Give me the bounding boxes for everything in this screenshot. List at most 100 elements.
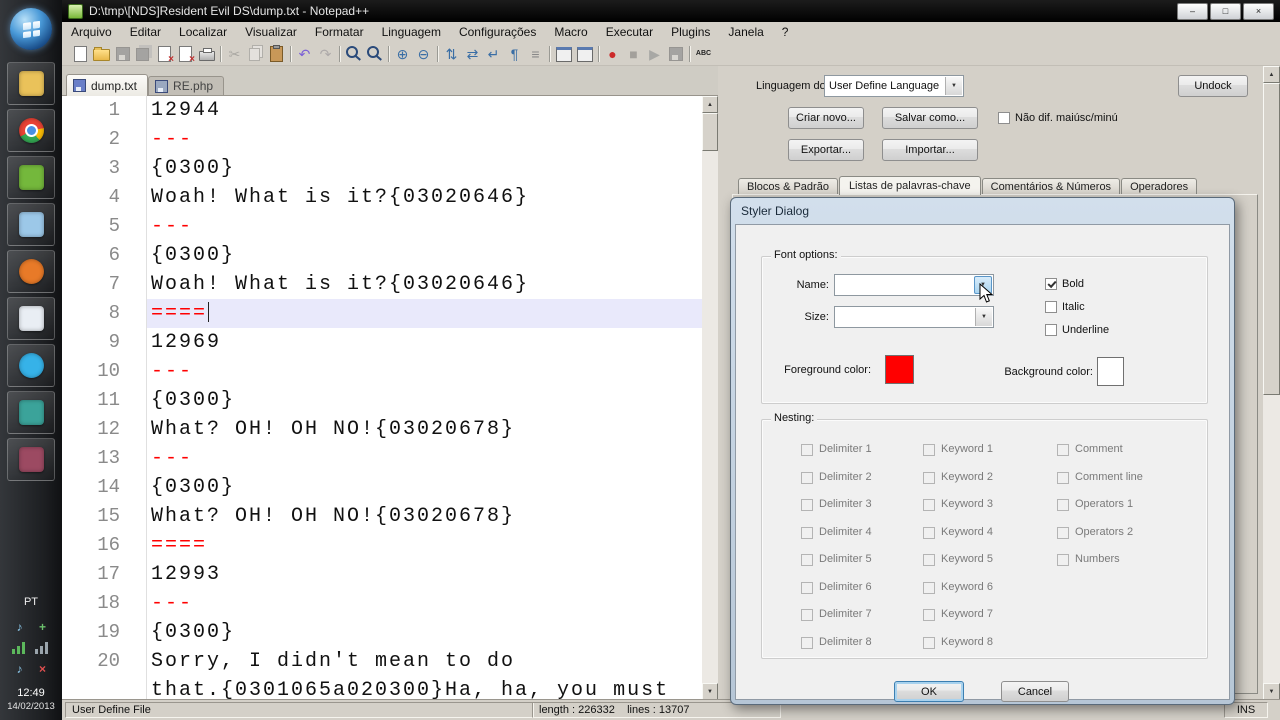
scroll-down-arrow-icon[interactable]: ▼ [702,683,718,700]
taskbar-blue-app-button[interactable] [7,203,55,246]
ignore-case-checkbox[interactable] [998,112,1010,124]
network-icon[interactable] [11,642,25,654]
background-color-swatch[interactable] [1097,357,1124,386]
ignore-case-row[interactable]: Não dif. maiúsc/minú [998,112,1118,124]
play-macro-button[interactable]: ▶ [644,43,665,64]
paste-button[interactable] [266,43,287,64]
line-text[interactable]: {0300} [147,618,702,647]
sync-vertical-button[interactable]: ⇅ [441,43,462,64]
scroll-up-arrow-icon[interactable]: ▲ [1263,66,1280,83]
show-all-chars-button[interactable]: ¶ [504,43,525,64]
font-size-select[interactable]: ▼ [834,306,994,328]
cancel-button[interactable]: Cancel [1001,681,1069,702]
save-all-button[interactable] [133,43,154,64]
line-text[interactable]: --- [147,444,702,473]
stop-macro-button[interactable]: ■ [623,43,644,64]
line-text[interactable]: What? OH! OH NO!{03020678} [147,502,702,531]
menu-item-0[interactable]: Arquivo [62,22,121,42]
taskbar-camera-app-button[interactable] [7,438,55,481]
menu-item-10[interactable]: Janela [719,22,772,42]
menu-item-2[interactable]: Localizar [170,22,236,42]
volume-icon[interactable]: ♪ [12,620,28,634]
import-button[interactable]: Importar... [882,139,978,161]
line-text[interactable]: ==== [147,299,702,328]
line-text[interactable]: What? OH! OH NO!{03020678} [147,415,702,444]
speaker-icon[interactable]: ♪ [12,662,28,676]
taskbar-explorer-button[interactable] [7,62,55,105]
bold-row[interactable]: Bold [1045,278,1084,290]
dialog-title-bar[interactable]: Styler Dialog [731,198,1234,224]
line-text[interactable]: Woah! What is it?{03020646} [147,270,702,299]
scroll-down-arrow-icon[interactable]: ▼ [1263,683,1280,700]
save-button[interactable] [112,43,133,64]
line-text[interactable]: --- [147,357,702,386]
menu-item-5[interactable]: Linguagem [373,22,450,42]
indent-guide-button[interactable]: ≡ [525,43,546,64]
line-text[interactable]: {0300} [147,241,702,270]
udl-tab-2[interactable]: Comentários & Números [981,178,1121,195]
line-text[interactable]: that.{0301065a020300}Ha, ha, you must [147,676,702,700]
find-button[interactable] [343,43,364,64]
menu-item-7[interactable]: Macro [545,22,596,42]
editor-vertical-scrollbar[interactable]: ▲ ▼ [702,96,718,700]
taskbar-firefox-button[interactable] [7,250,55,293]
replace-button[interactable] [364,43,385,64]
line-text[interactable]: Sorry, I didn't mean to do [147,647,702,676]
doc-switcher-button[interactable] [574,43,595,64]
line-text[interactable]: --- [147,125,702,154]
menu-item-11[interactable]: ? [773,22,798,42]
save-as-button[interactable]: Salvar como... [882,107,978,129]
minimize-button[interactable]: – [1177,2,1208,20]
signal-icon[interactable] [34,642,48,654]
font-name-select[interactable]: ▼ [834,274,994,296]
ok-button[interactable]: OK [894,681,964,702]
line-text[interactable]: {0300} [147,473,702,502]
line-text[interactable]: {0300} [147,386,702,415]
close-button[interactable]: × [1243,2,1274,20]
line-text[interactable]: 12944 [147,96,702,125]
record-macro-button[interactable]: ● [602,43,623,64]
menu-item-1[interactable]: Editar [121,22,170,42]
line-text[interactable]: ==== [147,531,702,560]
taskbar-white-app-button[interactable] [7,297,55,340]
zoom-out-button[interactable]: ⊖ [413,43,434,64]
underline-checkbox[interactable] [1045,324,1057,336]
undock-button[interactable]: Undock [1178,75,1248,97]
menu-item-6[interactable]: Configurações [450,22,545,42]
panel-splitter[interactable] [718,66,726,700]
spell-check-button[interactable]: ABC [693,43,714,64]
scroll-up-arrow-icon[interactable]: ▲ [702,96,718,113]
bold-checkbox[interactable] [1045,278,1057,290]
copy-button[interactable] [245,43,266,64]
udl-tab-3[interactable]: Operadores [1121,178,1198,195]
undo-button[interactable]: ↶ [294,43,315,64]
taskbar-green-app-button[interactable] [7,156,55,199]
udl-dialog-button[interactable] [553,43,574,64]
line-text[interactable]: 12969 [147,328,702,357]
create-new-button[interactable]: Criar novo... [788,107,864,129]
maximize-button[interactable]: □ [1210,2,1241,20]
language-indicator[interactable]: PT [0,596,62,608]
line-text[interactable]: --- [147,589,702,618]
underline-row[interactable]: Underline [1045,324,1109,336]
italic-row[interactable]: Italic [1045,301,1085,313]
editor[interactable]: 1 12944 2 --- 3 {0300} 4 Woah! What is it?{0302… [62,96,702,700]
open-folder-button[interactable] [91,43,112,64]
line-text[interactable]: {0300} [147,154,702,183]
menu-item-3[interactable]: Visualizar [236,22,306,42]
taskbar-chrome-button[interactable] [7,109,55,152]
zoom-in-button[interactable]: ⊕ [392,43,413,64]
panel-scrollbar-thumb[interactable] [1263,83,1280,395]
new-file-button[interactable] [70,43,91,64]
close-all-button[interactable] [175,43,196,65]
start-button[interactable] [10,8,52,50]
close-file-button[interactable] [154,43,175,65]
menu-item-4[interactable]: Formatar [306,22,373,42]
sync-horizontal-button[interactable]: ⇄ [462,43,483,64]
taskbar-teal-app-button[interactable] [7,391,55,434]
italic-checkbox[interactable] [1045,301,1057,313]
line-text[interactable]: 12993 [147,560,702,589]
foreground-color-swatch[interactable] [885,355,914,384]
editor-scrollbar-thumb[interactable] [702,113,718,151]
update-icon[interactable]: + [35,620,51,634]
